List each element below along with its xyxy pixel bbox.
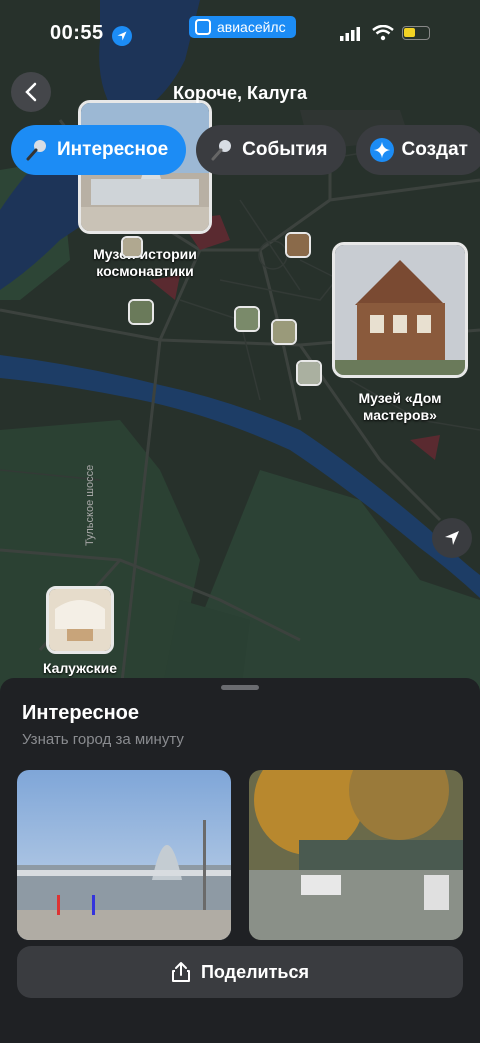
thumbnail-photo xyxy=(236,308,258,330)
microphone-icon xyxy=(210,138,234,162)
road-label: Тульское шоссе xyxy=(84,464,96,546)
sparkle-icon xyxy=(369,138,394,162)
status-bar: 00:55 авиасейлс xyxy=(0,0,480,70)
sheet-title: Интересное xyxy=(22,702,139,724)
pin-label-kaluga-place: Калужские xyxy=(42,660,118,676)
chip-create[interactable]: Создат xyxy=(355,125,480,175)
thumbnail-photo xyxy=(273,321,295,343)
thumbnail-photo xyxy=(123,238,141,256)
aviasales-logo-icon xyxy=(195,19,211,35)
app-badge-label: авиасейлс xyxy=(217,19,286,35)
battery-icon xyxy=(402,26,430,40)
thumbnail-photo xyxy=(298,362,320,384)
pin-small-4[interactable] xyxy=(271,319,297,345)
chip-label: Создат xyxy=(401,139,468,160)
pin-small-3[interactable] xyxy=(234,306,260,332)
category-chips: Интересное События Создат xyxy=(11,125,480,175)
share-icon xyxy=(171,962,190,982)
share-button[interactable]: Поделиться xyxy=(17,946,463,998)
my-location-button[interactable] xyxy=(432,518,472,558)
wifi-icon xyxy=(372,25,394,41)
page-title: Короче, Калуга xyxy=(173,83,307,103)
back-to-app-badge[interactable]: авиасейлс xyxy=(189,16,296,38)
sheet-drag-handle[interactable] xyxy=(221,685,259,690)
cellular-signal-icon xyxy=(340,27,360,41)
pin-label-museum-masters-house: Музей «Дом мастеров» xyxy=(358,390,442,423)
chip-events[interactable]: События xyxy=(196,125,346,175)
pin-small-5[interactable] xyxy=(296,360,322,386)
chip-label: События xyxy=(242,139,328,160)
pin-small-1[interactable] xyxy=(285,232,311,258)
story-card-cosmonautics[interactable] xyxy=(17,770,231,940)
kaluga-place-photo xyxy=(49,589,111,651)
pin-small-2[interactable] xyxy=(128,299,154,325)
chip-interesting[interactable]: Интересное xyxy=(11,125,187,175)
thumbnail-photo xyxy=(130,301,152,323)
story-card-masters-house[interactable] xyxy=(249,770,463,940)
pin-museum-masters-house[interactable] xyxy=(332,242,468,378)
pin-small-6[interactable] xyxy=(121,236,143,258)
pin-kaluga-place[interactable] xyxy=(46,586,114,654)
story-card-photo xyxy=(17,770,231,940)
location-services-icon xyxy=(112,26,132,46)
story-card-photo xyxy=(249,770,463,940)
bottom-sheet: Интересное Узнать город за минуту Подели… xyxy=(0,678,480,1043)
share-button-label: Поделиться xyxy=(200,961,310,982)
museum-masters-house-photo xyxy=(335,245,465,375)
status-time: 00:55 xyxy=(50,22,104,44)
location-arrow-icon xyxy=(445,531,459,545)
chip-label: Интересное xyxy=(57,139,169,160)
pin-label-museum-cosmonautics: Музей истории космонавтики xyxy=(93,246,197,279)
microphone-icon xyxy=(25,138,49,162)
thumbnail-photo xyxy=(287,234,309,256)
map-view[interactable]: Музей истории космонавтики Музей «Дом ма… xyxy=(0,0,480,700)
sheet-subtitle: Узнать город за минуту xyxy=(22,731,184,748)
